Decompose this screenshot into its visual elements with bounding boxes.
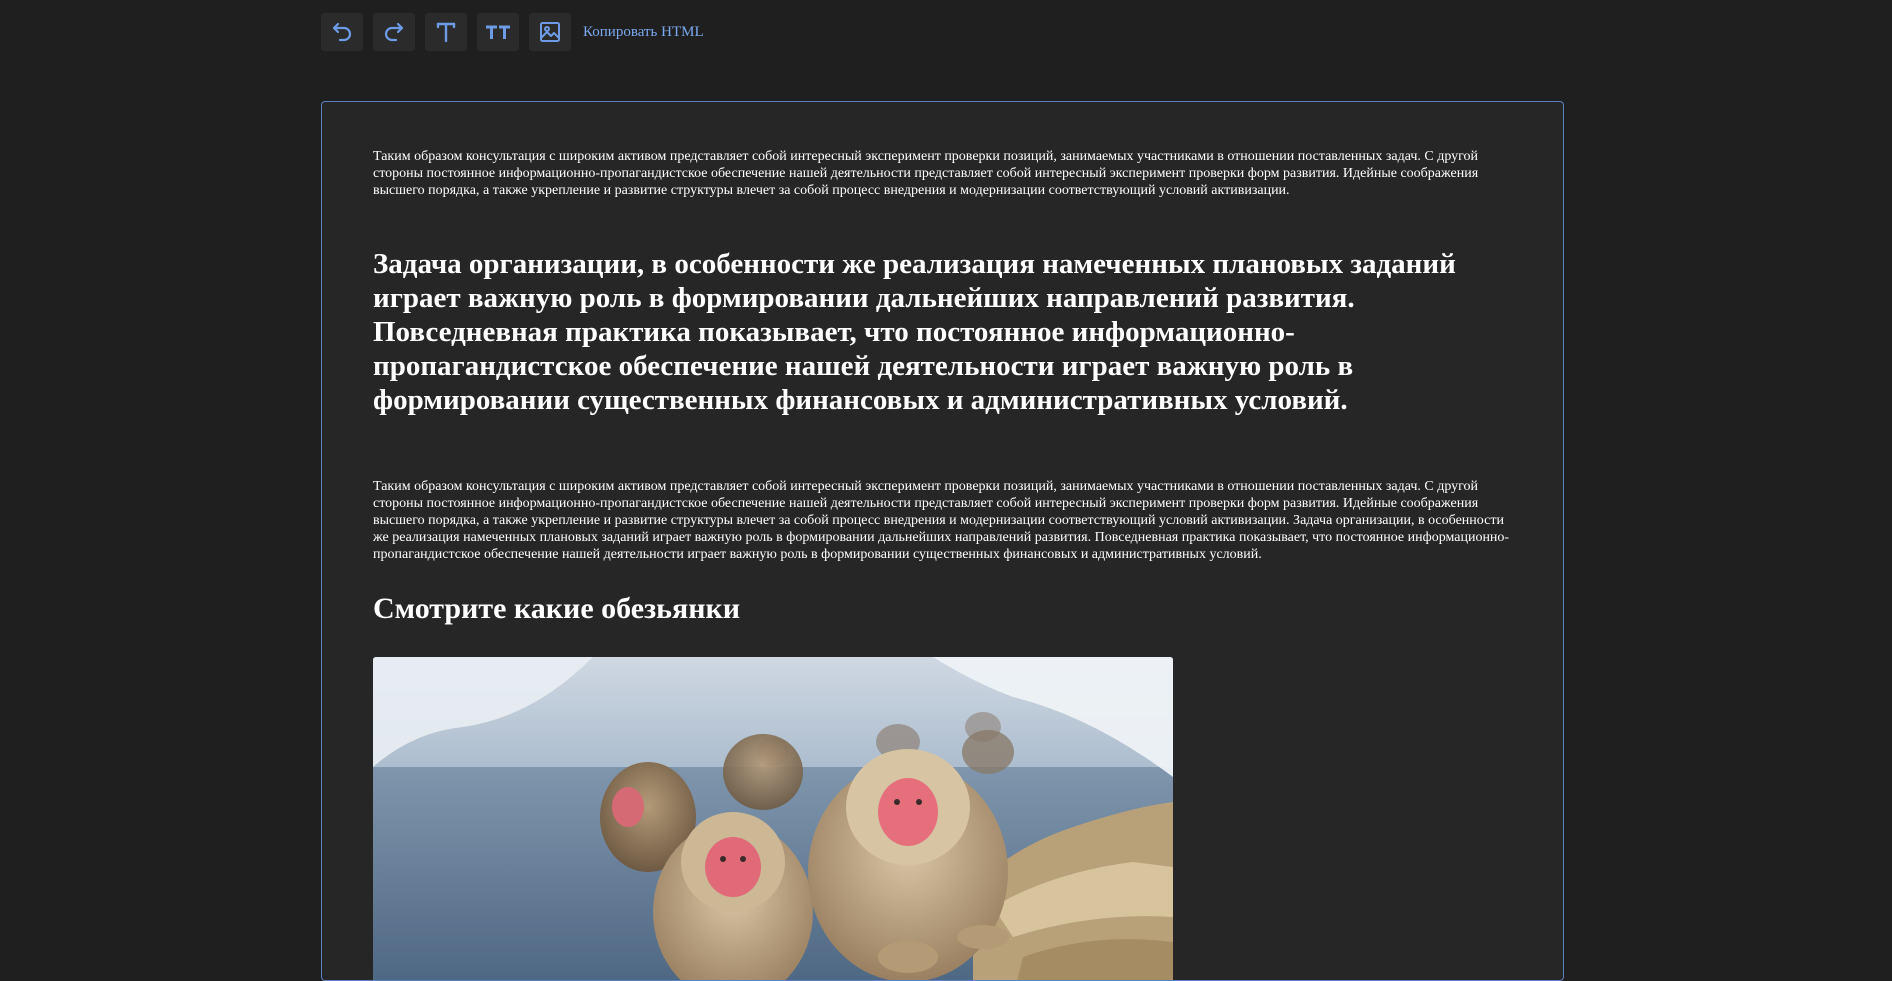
- editor-content: Таким образом консультация с широким акт…: [373, 148, 1521, 627]
- image-icon: [540, 22, 560, 42]
- heading-1[interactable]: Задача организации, в особенности же реа…: [373, 247, 1521, 417]
- paragraph-1[interactable]: Таким образом консультация с широким акт…: [373, 148, 1521, 199]
- undo-icon: [332, 22, 352, 42]
- editor-toolbar: Копировать HTML: [321, 13, 704, 51]
- redo-button[interactable]: [373, 13, 415, 51]
- redo-icon: [384, 22, 404, 42]
- image-button[interactable]: [529, 13, 571, 51]
- copy-html-link[interactable]: Копировать HTML: [583, 24, 704, 41]
- undo-button[interactable]: [321, 13, 363, 51]
- editor-area[interactable]: Таким образом консультация с широким акт…: [321, 101, 1564, 981]
- heading-icon: [486, 25, 510, 39]
- text-button[interactable]: [425, 13, 467, 51]
- heading-button[interactable]: [477, 13, 519, 51]
- heading-2[interactable]: Смотрите какие обезьянки: [373, 591, 1521, 627]
- monkeys-image[interactable]: [373, 657, 1173, 980]
- monkeys-photo-illustration: [373, 657, 1173, 980]
- paragraph-2[interactable]: Таким образом консультация с широким акт…: [373, 478, 1521, 563]
- text-icon: [436, 22, 456, 43]
